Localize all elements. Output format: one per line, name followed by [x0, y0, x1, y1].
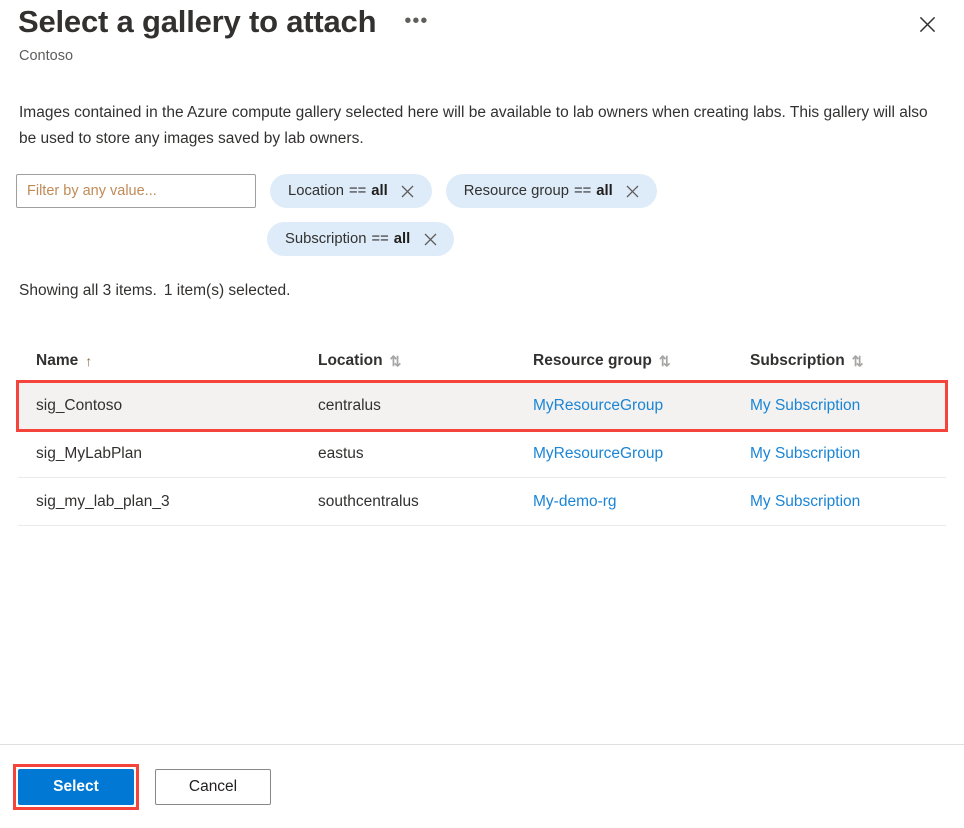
column-header-label: Name — [36, 352, 78, 370]
sort-ascending-icon[interactable]: ↑ — [85, 354, 92, 368]
table-row[interactable]: sig_my_lab_plan_3 southcentralus My-demo… — [18, 478, 946, 526]
pill-field-label: Subscription — [285, 231, 366, 247]
filter-row-primary: Location == all Resource group == all — [16, 174, 946, 208]
cell-resource-group-link[interactable]: My-demo-rg — [533, 493, 750, 511]
pill-operator: == — [349, 183, 366, 199]
column-header-resource-group[interactable]: Resource group ⇅ — [533, 352, 750, 370]
column-header-label: Location — [318, 352, 383, 370]
cancel-button[interactable]: Cancel — [155, 769, 271, 805]
cell-name: sig_MyLabPlan — [18, 445, 318, 463]
filter-pill-subscription[interactable]: Subscription == all — [267, 222, 454, 256]
table-header-row: Name ↑ Location ⇅ Resource group ⇅ Subsc… — [18, 340, 946, 382]
select-button[interactable]: Select — [18, 769, 134, 805]
column-header-label: Subscription — [750, 352, 845, 370]
column-header-name[interactable]: Name ↑ — [18, 352, 318, 370]
pill-field-label: Location — [288, 183, 344, 199]
remove-filter-icon[interactable] — [400, 183, 416, 199]
sort-toggle-icon[interactable]: ⇅ — [852, 354, 864, 368]
cell-name: sig_Contoso — [18, 397, 318, 415]
page-title: Select a gallery to attach — [18, 2, 376, 42]
cell-resource-group-link[interactable]: MyResourceGroup — [533, 397, 750, 415]
showing-count: Showing all 3 items. — [19, 282, 157, 299]
cell-subscription-link[interactable]: My Subscription — [750, 493, 946, 511]
pill-value: all — [371, 183, 387, 199]
gallery-table: Name ↑ Location ⇅ Resource group ⇅ Subsc… — [18, 340, 946, 526]
cell-subscription-link[interactable]: My Subscription — [750, 397, 946, 415]
table-body: sig_Contoso centralus MyResourceGroup My… — [18, 382, 946, 526]
table-row[interactable]: sig_MyLabPlan eastus MyResourceGroup My … — [18, 430, 946, 478]
pill-operator: == — [371, 231, 388, 247]
filter-area: Location == all Resource group == all — [16, 174, 946, 256]
pill-operator: == — [574, 183, 591, 199]
cell-subscription-link[interactable]: My Subscription — [750, 445, 946, 463]
dialog-description: Images contained in the Azure compute ga… — [19, 100, 939, 152]
remove-filter-icon[interactable] — [422, 231, 438, 247]
title-row: Select a gallery to attach ••• — [18, 2, 434, 42]
cell-location: eastus — [318, 445, 533, 463]
sort-toggle-icon[interactable]: ⇅ — [390, 354, 402, 368]
column-header-label: Resource group — [533, 352, 652, 370]
cell-location: southcentralus — [318, 493, 533, 511]
dialog-footer: Select Cancel — [18, 769, 271, 805]
cell-name: sig_my_lab_plan_3 — [18, 493, 318, 511]
cell-resource-group-link[interactable]: MyResourceGroup — [533, 445, 750, 463]
sort-toggle-icon[interactable]: ⇅ — [659, 354, 671, 368]
column-header-subscription[interactable]: Subscription ⇅ — [750, 352, 946, 370]
close-icon[interactable] — [912, 9, 942, 39]
table-row[interactable]: sig_Contoso centralus MyResourceGroup My… — [18, 382, 946, 430]
select-button-wrap: Select — [18, 769, 134, 805]
pill-value: all — [596, 183, 612, 199]
dialog-header: Select a gallery to attach ••• Contoso — [0, 0, 964, 78]
filter-pill-resource-group[interactable]: Resource group == all — [446, 174, 657, 208]
select-gallery-dialog: Select a gallery to attach ••• Contoso I… — [0, 0, 964, 828]
footer-divider — [0, 744, 964, 745]
pill-field-label: Resource group — [464, 183, 569, 199]
more-options-icon[interactable]: ••• — [398, 9, 434, 33]
filter-row-secondary: Subscription == all — [16, 222, 946, 256]
dialog-subtitle: Contoso — [19, 47, 73, 65]
results-status: Showing all 3 items. 1 item(s) selected. — [19, 282, 290, 300]
column-header-location[interactable]: Location ⇅ — [318, 352, 533, 370]
pill-value: all — [394, 231, 410, 247]
filter-pill-location[interactable]: Location == all — [270, 174, 432, 208]
search-input[interactable] — [16, 174, 256, 208]
cell-location: centralus — [318, 397, 533, 415]
selected-count: 1 item(s) selected. — [164, 282, 291, 299]
remove-filter-icon[interactable] — [625, 183, 641, 199]
